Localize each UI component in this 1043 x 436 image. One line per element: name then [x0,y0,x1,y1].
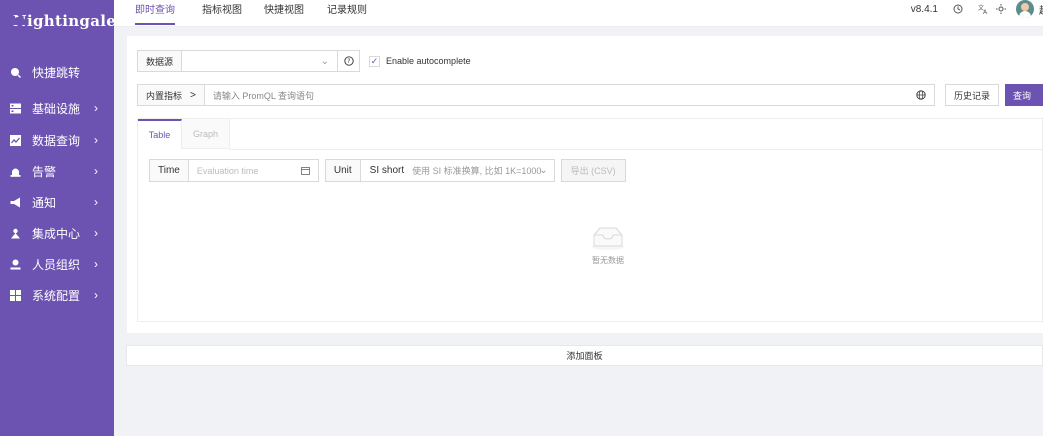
logo[interactable]: Nightingale [8,6,117,36]
sidebar-item-people-org[interactable]: 人员组织 › [0,253,114,275]
sidebar-item-label: 数据查询 [32,133,81,148]
datasource-select[interactable]: ⌄ [182,50,339,72]
brand-name: Nightingale [13,12,117,30]
check-icon: ✓ [370,55,379,66]
sidebar-item-label: 告警 [32,164,57,179]
results-box: Table Graph Time Evaluation time Unit SI… [137,118,1043,322]
tab-recording-rules[interactable]: 记录规则 [327,0,367,27]
autocomplete-checkbox[interactable]: ✓ [369,55,381,67]
sidebar-item-label: 快捷跳转 [32,65,81,80]
tab-metric-view[interactable]: 指标视图 [202,0,242,27]
chevron-right-icon: › [94,133,98,147]
query-panel: 数据源 ⌄ ? ✓ Enable autocomplete 内置指标 > 请输入… [127,36,1043,333]
chevron-right-icon: › [94,226,98,240]
tab-instant-query[interactable]: 即时查询 [135,0,175,27]
filter-row: Time Evaluation time Unit SI short 使用 SI… [149,159,626,182]
settings-grid-icon [9,289,21,301]
translate-icon[interactable]: 文A [977,3,989,15]
sidebar-item-label: 人员组织 [32,257,81,272]
autocomplete-label: Enable autocomplete [386,56,471,66]
integration-icon [9,227,21,239]
top-right-tools: v8.4.1 文A 超 [911,0,1043,18]
datasource-label: 数据源 [137,50,183,72]
tab-graph[interactable]: Graph [182,119,230,149]
evaluation-time-placeholder: Evaluation time [196,165,259,176]
sidebar-item-label: 系统配置 [32,288,81,303]
empty-state: 暂无数据 [578,225,638,266]
history-button[interactable]: 历史记录 [944,84,999,106]
sidebar-item-infrastructure[interactable]: 基础设施 › [0,97,114,119]
avatar[interactable] [1016,0,1034,18]
search-icon [9,66,21,78]
empty-text: 暂无数据 [592,256,624,265]
sidebar-item-integration-center[interactable]: 集成中心 › [0,222,114,244]
promql-placeholder: 请输入 PromQL 查询语句 [212,90,315,101]
tab-quick-view[interactable]: 快捷视图 [264,0,304,27]
unit-label: Unit [324,159,361,182]
user-icon [9,258,21,270]
time-label: Time [149,159,189,182]
datasource-row: 数据源 ⌄ ? ✓ Enable autocomplete [137,50,471,72]
version-label: v8.4.1 [910,3,938,15]
alarm-icon [9,165,21,177]
tab-divider [230,149,1042,150]
chevron-right-icon: › [94,288,98,302]
sidebar-item-notifications[interactable]: 通知 › [0,191,114,213]
server-icon [9,102,21,114]
chevron-down-icon: ⌄ [539,165,548,176]
promql-input[interactable]: 请输入 PromQL 查询语句 [204,84,935,106]
promql-row: 内置指标 > 请输入 PromQL 查询语句 历史记录 查询 [137,84,1043,106]
top-bar: 即时查询 指标视图 快捷视图 记录规则 v8.4.1 文A 超 [114,0,1043,27]
sidebar-item-quick-jump[interactable]: 快捷跳转 [0,61,114,83]
query-button[interactable]: 查询 [1005,84,1043,106]
add-panel-button[interactable]: 添加面板 [126,345,1043,366]
sidebar: Nightingale 快捷跳转 基础设施 › 数据查询 › 告警 › 通知 ›… [0,0,117,436]
chevron-right-icon: › [94,164,98,178]
chevron-right-icon: > [190,89,196,101]
sidebar-item-system-config[interactable]: 系统配置 › [0,284,114,306]
chevron-right-icon: › [94,195,98,209]
evaluation-time-input[interactable]: Evaluation time [188,159,319,182]
empty-box-icon [592,227,624,250]
tab-table[interactable]: Table [138,119,182,149]
svg-text:?: ? [347,58,350,65]
megaphone-icon [9,196,21,208]
svg-text:A: A [983,9,988,14]
globe-icon[interactable] [916,90,926,100]
unit-select[interactable]: SI short 使用 SI 标准换算, 比如 1K=1000 ⌄ [360,159,555,182]
builtin-metrics-label: 内置指标 [146,90,183,101]
calendar-icon [300,166,310,177]
help-icon[interactable]: ? [338,50,361,72]
clock-icon[interactable] [952,3,964,15]
chevron-down-icon: ⌄ [320,55,330,67]
chevron-right-icon: › [94,101,98,115]
unit-value: SI short [369,165,405,176]
sidebar-item-label: 通知 [32,195,57,210]
sidebar-item-label: 集成中心 [32,226,81,241]
sidebar-item-label: 基础设施 [32,101,81,116]
sidebar-item-alerts[interactable]: 告警 › [0,160,114,182]
sidebar-item-data-query[interactable]: 数据查询 › [0,129,114,151]
line-chart-icon [9,134,21,146]
builtin-metrics-button[interactable]: 内置指标 > [137,84,205,106]
sun-icon[interactable] [995,3,1007,15]
chevron-right-icon: › [94,257,98,271]
export-csv-button[interactable]: 导出 (CSV) [560,159,626,182]
unit-hint: 使用 SI 标准换算, 比如 1K=1000 [412,166,542,176]
user-name[interactable]: 超 [1039,2,1043,17]
